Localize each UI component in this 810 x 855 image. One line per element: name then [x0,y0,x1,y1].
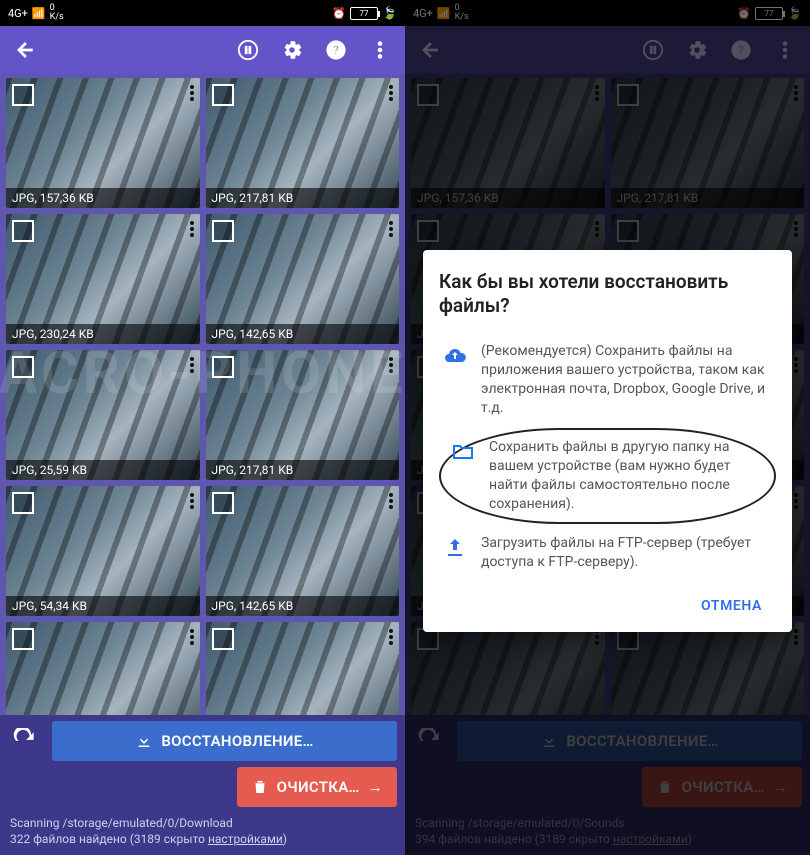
image-thumbnail[interactable]: JPG, 142,65 KB [206,214,400,344]
image-thumbnail[interactable]: JPG, 230,24 KB [6,214,200,344]
network-label: 4G+ [8,7,28,20]
checkbox[interactable] [12,356,34,378]
cancel-button[interactable]: ОТМЕНА [691,590,772,622]
file-caption: JPG, 217,81 KB [206,188,400,208]
file-caption: JPG, 142,65 KB [206,596,400,616]
checkbox[interactable] [212,84,234,106]
thumb-overflow[interactable] [190,354,194,376]
thumb-overflow[interactable] [190,626,194,648]
option-ftp-upload[interactable]: Загрузить файлы на FTP-сервер (требует д… [439,524,776,582]
image-thumbnail[interactable]: JPG, 54,34 KB [6,486,200,616]
speed-label: 0 K/s [50,4,64,22]
settings-button[interactable] [277,35,307,65]
back-button[interactable] [10,35,40,65]
upload-icon [441,534,469,560]
checkbox[interactable] [212,220,234,242]
recover-dialog: Как бы вы хотели восстановить файлы? (Ре… [423,250,792,632]
help-button[interactable]: ? [321,35,351,65]
status-bar: 4G+ 📶 0 K/s ⏰ 77 🍃 [0,0,405,26]
pause-button[interactable] [233,35,263,65]
thumb-overflow[interactable] [389,82,393,104]
app-bar: ? [0,26,405,74]
folder-icon [449,438,477,464]
option-save-folder[interactable]: Сохранить файлы в другую папку на вашем … [439,428,776,524]
image-thumbnail[interactable]: JPG, 217,81 KB [206,78,400,208]
file-caption: JPG, 142,65 KB [206,324,400,344]
thumb-overflow[interactable] [389,354,393,376]
checkbox[interactable] [12,492,34,514]
svg-text:?: ? [333,44,339,59]
file-caption: JPG, 25,59 KB [6,460,200,480]
file-caption: JPG, 230,24 KB [6,324,200,344]
refresh-button[interactable] [8,724,42,758]
clean-button[interactable]: ОЧИСТКА… → [237,767,397,807]
checkbox[interactable] [212,492,234,514]
thumb-overflow[interactable] [190,82,194,104]
checkbox[interactable] [12,84,34,106]
overflow-button[interactable] [365,35,395,65]
checkbox[interactable] [12,628,34,650]
cloud-upload-icon [441,342,469,368]
scan-status: Scanning /storage/emulated/0/Download 32… [8,813,397,847]
file-caption: JPG, 157,36 KB [6,188,200,208]
checkbox[interactable] [212,356,234,378]
leaf-icon: 🍃 [382,6,397,20]
settings-link[interactable]: настройками [208,832,283,846]
thumbnail-grid[interactable]: JPG, 157,36 KB JPG, 217,81 KB JPG, 230,2… [0,74,405,715]
file-caption: JPG, 54,34 KB [6,596,200,616]
image-thumbnail[interactable]: JPG, 142,65 KB [206,486,400,616]
thumb-overflow[interactable] [389,626,393,648]
image-thumbnail[interactable]: JPG, 217,81 KB [206,350,400,480]
recover-button[interactable]: ВОССТАНОВЛЕНИЕ… [52,721,397,761]
bottom-bar: ВОССТАНОВЛЕНИЕ… ОЧИСТКА… → Scanning /sto… [0,715,405,855]
checkbox[interactable] [212,628,234,650]
checkbox[interactable] [12,220,34,242]
thumb-overflow[interactable] [389,490,393,512]
alarm-icon: ⏰ [332,7,346,20]
thumb-overflow[interactable] [190,218,194,240]
option-cloud-upload[interactable]: (Рекомендуется) Сохранить файлы на прило… [439,332,776,428]
thumb-overflow[interactable] [190,490,194,512]
thumb-overflow[interactable] [389,218,393,240]
file-caption: JPG, 217,81 KB [206,460,400,480]
dialog-title: Как бы вы хотели восстановить файлы? [439,270,776,318]
image-thumbnail[interactable]: JPG, 25,59 KB [206,622,400,715]
image-thumbnail[interactable]: JPG, 25,59 KB [6,350,200,480]
battery-icon: 77 [350,7,378,20]
image-thumbnail[interactable]: JPG, 157,36 KB [6,78,200,208]
image-thumbnail[interactable]: JPG, 21,66 KB [6,622,200,715]
